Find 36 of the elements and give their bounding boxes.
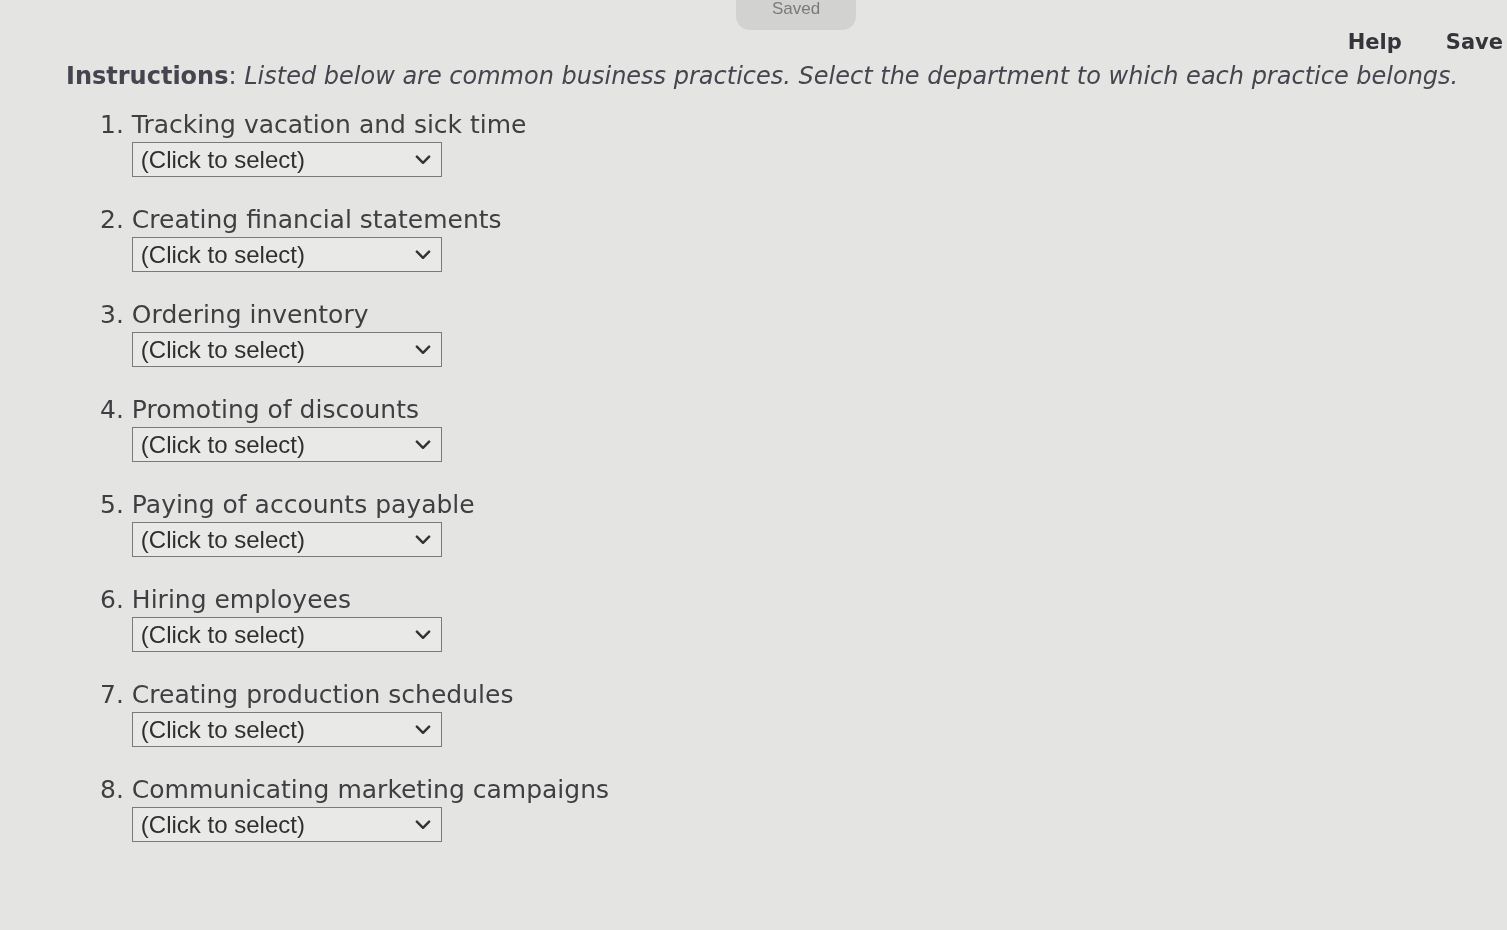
chevron-down-icon	[414, 629, 431, 640]
department-dropdown[interactable]: (Click to select)	[131, 142, 442, 177]
question-text: Tracking vacation and sick time	[131, 110, 527, 139]
chevron-down-icon	[414, 439, 431, 450]
question-text: Promoting of discounts	[131, 395, 421, 424]
question-number: 1.	[100, 110, 124, 139]
header-link[interactable]: Save	[1445, 30, 1503, 54]
question-number: 8.	[100, 775, 124, 804]
department-dropdown[interactable]: (Click to select)	[131, 712, 442, 747]
chevron-down-icon	[414, 344, 431, 355]
question-text: Creating production schedules	[131, 680, 514, 709]
question-number: 5.	[100, 490, 124, 519]
department-dropdown[interactable]: (Click to select)	[131, 427, 442, 462]
question-text: Communicating marketing campaigns	[131, 775, 610, 804]
department-dropdown[interactable]: (Click to select)	[131, 237, 442, 272]
saved-status-badge: Saved	[736, 0, 857, 30]
question-number: 7.	[100, 680, 124, 709]
question-number: 4.	[100, 395, 124, 424]
question-text: Hiring employees	[131, 585, 352, 614]
chevron-down-icon	[414, 724, 431, 735]
question-number: 6.	[100, 585, 124, 614]
department-dropdown[interactable]: (Click to select)	[131, 522, 442, 557]
chevron-down-icon	[414, 154, 431, 165]
department-dropdown[interactable]: (Click to select)	[131, 332, 442, 367]
department-dropdown[interactable]: (Click to select)	[131, 617, 442, 652]
question-text: Ordering inventory	[131, 300, 370, 329]
question-text: Creating financial statements	[131, 205, 502, 234]
chevron-down-icon	[414, 249, 431, 260]
instructions-text: Instructions: Listed below are common business practices. Select the department to which each practice belongs.	[66, 62, 1459, 90]
chevron-down-icon	[414, 534, 431, 545]
header-link[interactable]: Help	[1347, 30, 1402, 54]
question-number: 3.	[100, 300, 124, 329]
question-text: Paying of accounts payable	[131, 490, 475, 519]
chevron-down-icon	[414, 819, 431, 830]
department-dropdown[interactable]: (Click to select)	[131, 807, 442, 842]
question-number: 2.	[100, 205, 124, 234]
